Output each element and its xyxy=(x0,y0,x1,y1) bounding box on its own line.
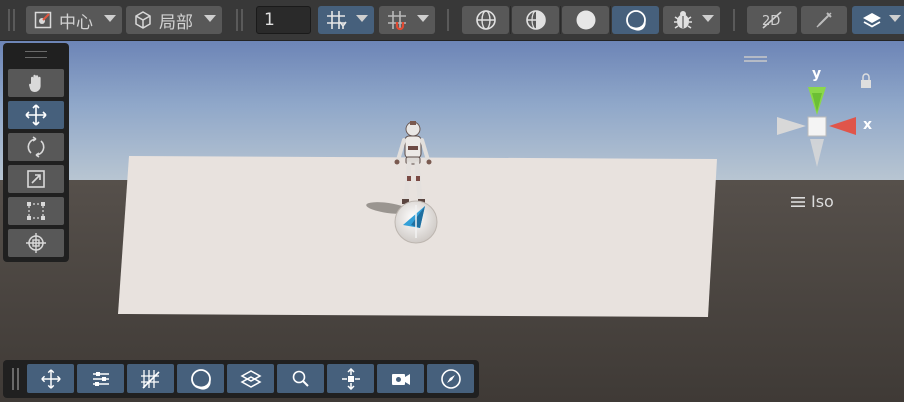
chevron-down-icon xyxy=(356,15,368,22)
view-options-icon xyxy=(190,368,211,390)
grid-snapping-button[interactable] xyxy=(127,364,174,393)
toolbar-grip[interactable] xyxy=(8,9,10,31)
camera-icon xyxy=(391,373,410,385)
rect-transform-icon xyxy=(27,202,45,220)
bug-icon xyxy=(672,9,694,31)
transform-tool-button[interactable] xyxy=(8,229,64,257)
overlay-move-button[interactable] xyxy=(27,364,74,393)
grid-snapping-icon xyxy=(140,369,160,389)
move-icon xyxy=(25,104,47,126)
grid-snap-toggle[interactable] xyxy=(318,6,374,34)
increment-snap-toggle[interactable] xyxy=(379,6,435,34)
pivot-mode-label: 中心 xyxy=(59,12,93,33)
2d-disabled-icon: 2D xyxy=(760,10,784,30)
rendered-sphere-icon xyxy=(625,9,647,31)
increment-snap-icon xyxy=(387,10,409,30)
grid-size-value: 1 xyxy=(264,10,275,30)
move-tool-icon xyxy=(40,368,61,389)
hand-icon xyxy=(28,74,41,92)
y-axis-label: y xyxy=(812,66,822,82)
shaded-button[interactable] xyxy=(562,6,609,34)
scale-tool-button[interactable] xyxy=(8,165,64,193)
x-axis-label: x xyxy=(863,117,873,133)
transform-icon xyxy=(26,233,46,253)
component-tools-button[interactable] xyxy=(327,364,374,393)
overlay-toolbar xyxy=(3,360,479,398)
overlay-grip[interactable] xyxy=(12,368,14,390)
shaded-wireframe-button[interactable] xyxy=(512,6,559,34)
view-options-button[interactable] xyxy=(177,364,224,393)
menu-lines-icon xyxy=(791,196,805,207)
gizmo-center-cube[interactable] xyxy=(807,116,827,137)
tool-settings-button[interactable] xyxy=(77,364,124,393)
component-tools-icon xyxy=(341,367,360,390)
orientation-icon xyxy=(239,369,262,388)
tool-settings-icon xyxy=(92,371,109,386)
debug-draw-dropdown[interactable] xyxy=(663,6,720,34)
transform-handle[interactable] xyxy=(394,200,438,244)
chevron-down-icon xyxy=(889,15,901,22)
scene-toolbar: 中心 局部 1 xyxy=(0,0,904,41)
rotate-icon xyxy=(27,136,45,158)
shaded-wireframe-sphere-icon xyxy=(525,9,547,31)
chevron-down-icon xyxy=(204,15,216,22)
move-tool-button[interactable] xyxy=(8,101,64,129)
lighting-toggle[interactable] xyxy=(801,6,847,34)
toggle-2d-button[interactable]: 2D xyxy=(747,6,797,34)
pivot-rotation-dropdown[interactable]: 局部 xyxy=(126,6,222,34)
search-icon xyxy=(292,370,309,387)
scene-visibility-dropdown[interactable] xyxy=(852,6,904,34)
scene-view[interactable] xyxy=(0,0,904,402)
scale-icon xyxy=(27,170,45,188)
projection-toggle[interactable]: Iso xyxy=(791,192,834,211)
pivot-icon xyxy=(34,11,52,29)
rotate-tool-button[interactable] xyxy=(8,133,64,161)
projection-label: Iso xyxy=(811,192,834,211)
rect-tool-button[interactable] xyxy=(8,197,64,225)
search-button[interactable] xyxy=(277,364,324,393)
pivot-mode-dropdown[interactable]: 中心 xyxy=(26,6,122,34)
navigate-icon xyxy=(440,368,461,389)
chevron-down-icon xyxy=(104,15,116,22)
local-cube-icon xyxy=(133,10,153,30)
wireframe-shading-button[interactable] xyxy=(462,6,509,34)
tools-overlay xyxy=(3,43,69,262)
navigate-button[interactable] xyxy=(427,364,474,393)
grid-snap-icon xyxy=(326,10,348,30)
wireframe-sphere-icon xyxy=(475,9,497,31)
solid-sphere-icon xyxy=(575,9,597,31)
orientation-button[interactable] xyxy=(227,364,274,393)
grid-size-input[interactable]: 1 xyxy=(256,6,311,34)
pivot-rotation-label: 局部 xyxy=(159,12,193,33)
camera-button[interactable] xyxy=(377,364,424,393)
rendered-button[interactable] xyxy=(612,6,659,34)
chevron-down-icon xyxy=(702,15,714,22)
light-disabled-icon xyxy=(814,10,834,30)
tools-grip[interactable] xyxy=(25,51,47,58)
hand-tool-button[interactable] xyxy=(8,69,64,97)
chevron-down-icon xyxy=(417,15,429,22)
layers-icon xyxy=(861,10,883,30)
